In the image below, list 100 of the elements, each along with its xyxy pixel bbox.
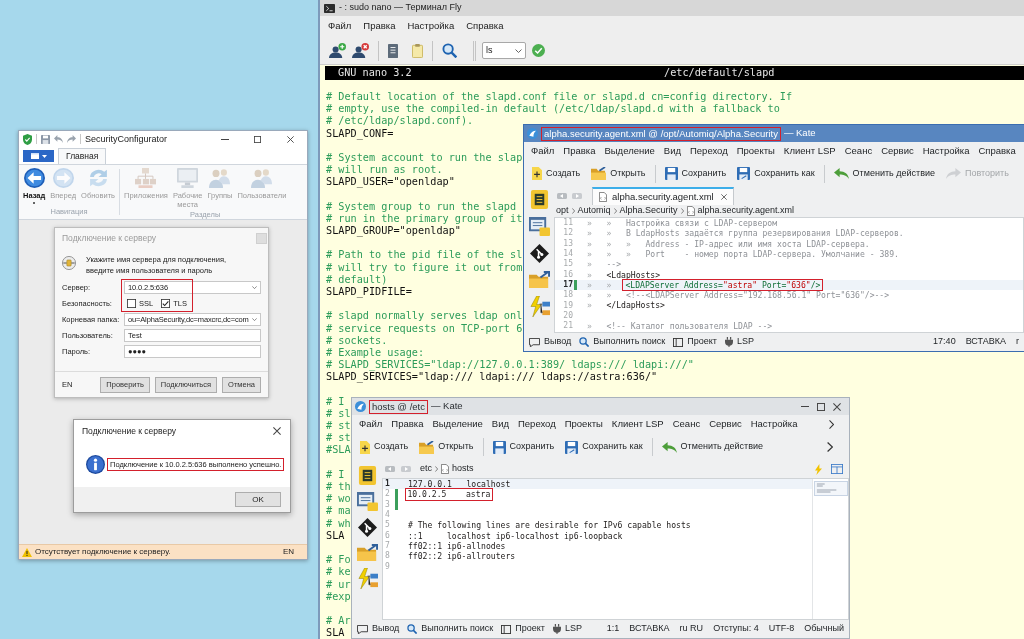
line-number: 17: [562, 280, 573, 289]
menu-item[interactable]: Настройка: [750, 417, 798, 432]
menu-item[interactable]: Файл: [328, 19, 352, 34]
close-icon[interactable]: [720, 194, 727, 200]
toolbar-button[interactable]: Создать: [530, 163, 583, 184]
floppy-icon: [492, 440, 506, 454]
ribbon-tab[interactable]: Главная: [58, 148, 107, 164]
undo-icon[interactable]: [54, 135, 63, 143]
app-menu-button[interactable]: [23, 150, 54, 162]
toolbar-button[interactable]: Отменить действие: [831, 163, 937, 184]
status-button[interactable]: Вывод: [529, 335, 572, 349]
lightning-tree-icon[interactable]: [528, 296, 550, 317]
menu-item[interactable]: Правка: [363, 19, 396, 34]
status-button[interactable]: Проект: [673, 335, 717, 349]
window-icon[interactable]: [356, 492, 378, 511]
close-button[interactable]: [830, 400, 844, 413]
menu-item[interactable]: Правка: [391, 417, 424, 432]
command-combo[interactable]: ls: [482, 42, 526, 59]
menu-item[interactable]: Файл: [359, 417, 383, 432]
close-button[interactable]: [272, 426, 282, 436]
terminal-line: SLAPD_SERVICES="ldap:/// ldapi:/// ldaps://astra:636/": [325, 371, 658, 384]
menu-item[interactable]: Переход: [690, 144, 728, 159]
toolbar-button[interactable]: Открыть: [417, 437, 476, 457]
menu-item[interactable]: Сеанс: [672, 417, 701, 432]
breadcrumb-item[interactable]: hosts: [452, 462, 474, 476]
line-number: 11: [562, 219, 573, 228]
search-icon[interactable]: [442, 43, 457, 58]
document-icon[interactable]: [388, 43, 398, 58]
breadcrumb-item[interactable]: Automiq: [577, 204, 611, 218]
breadcrumb-item[interactable]: etc: [420, 462, 432, 476]
terminal-line: # wo: [325, 493, 351, 506]
lightning-tree-icon[interactable]: [356, 568, 378, 589]
chevron-down-icon: [252, 318, 257, 321]
toolbar-button[interactable]: Открыть: [589, 163, 648, 184]
document-icon[interactable]: [357, 466, 377, 485]
menu-item[interactable]: Проекты: [564, 417, 603, 432]
menu-item[interactable]: Выделение: [604, 144, 655, 159]
folder-arrow-icon[interactable]: [356, 544, 378, 561]
breadcrumb-item[interactable]: alpha.security.agent.xml: [697, 204, 794, 218]
chevron-down-icon: [515, 48, 522, 53]
menu-item[interactable]: Справка: [978, 144, 1016, 159]
toolbar-button[interactable]: Сохранить: [662, 163, 729, 184]
status-button[interactable]: LSP: [724, 335, 754, 349]
menu-item[interactable]: Сервис: [709, 417, 742, 432]
maximize-button[interactable]: [814, 400, 828, 413]
menu-item[interactable]: Правка: [563, 144, 596, 159]
status-button[interactable]: Выполнить поиск: [579, 335, 666, 349]
status-button[interactable]: Вывод: [357, 622, 400, 636]
terminal-line: # st: [325, 432, 351, 445]
minimize-icon: [220, 138, 229, 140]
menu-item[interactable]: Файл: [531, 144, 555, 159]
menu-item[interactable]: Справка: [466, 19, 504, 34]
panel-icon[interactable]: [831, 464, 843, 474]
menu-item[interactable]: Клиент LSP: [611, 417, 664, 432]
diamond-icon[interactable]: [357, 518, 377, 537]
menu-item[interactable]: Вид: [491, 417, 509, 432]
window-icon[interactable]: [528, 217, 550, 236]
folder-icon: [419, 440, 435, 454]
menu-item[interactable]: Переход: [518, 417, 556, 432]
checkbox[interactable]: [127, 299, 136, 308]
menu-item[interactable]: Вид: [663, 144, 681, 159]
terminal-line: #SLA: [325, 444, 351, 457]
clipboard-icon[interactable]: [412, 43, 423, 58]
toolbar-button[interactable]: Создать: [358, 437, 411, 457]
menu-item[interactable]: Сеанс: [844, 144, 873, 159]
ok-button[interactable]: OK: [235, 492, 281, 507]
status-button[interactable]: LSP: [552, 622, 582, 636]
chevron-right-icon[interactable]: [827, 442, 833, 452]
toolbar-button[interactable]: Сохранить: [490, 437, 557, 457]
menu-item[interactable]: Проекты: [736, 144, 775, 159]
breadcrumb-item[interactable]: opt: [556, 204, 569, 218]
menu-item[interactable]: Настройка: [407, 19, 455, 34]
line-number: 8: [384, 552, 391, 561]
toolbar-button[interactable]: Сохранить как: [735, 163, 817, 184]
menu-item[interactable]: Клиент LSP: [783, 144, 836, 159]
terminal-line: SLA: [325, 529, 345, 542]
code-line: ff02::2 ip6-allrouters: [408, 552, 516, 561]
checkbox[interactable]: [161, 299, 171, 308]
status-button[interactable]: Выполнить поиск: [407, 622, 494, 636]
terminal-line: # Path to the pid file of the sl: [325, 249, 523, 262]
folder-arrow-icon[interactable]: [528, 271, 550, 288]
editor-tab[interactable]: alpha.security.agent.xml: [592, 187, 734, 205]
menu-item[interactable]: Настройка: [922, 144, 970, 159]
remove-user-icon[interactable]: [352, 43, 369, 58]
floppy-icon[interactable]: [41, 134, 50, 144]
tab-marker: » »: [587, 219, 613, 228]
redo-icon[interactable]: [67, 135, 76, 143]
diamond-icon[interactable]: [529, 244, 549, 263]
document-icon[interactable]: [529, 190, 549, 209]
breadcrumb-item[interactable]: Alpha.Security: [619, 204, 678, 218]
menu-item[interactable]: Сервис: [881, 144, 914, 159]
menu-item[interactable]: Выделение: [432, 417, 483, 432]
chevron-right-icon[interactable]: [829, 420, 834, 429]
language-indicator: EN: [282, 546, 294, 558]
dialog-title: Подключение к серверу: [82, 424, 177, 438]
toolbar-button[interactable]: Сохранить как: [563, 437, 645, 457]
toolbar-button[interactable]: Отменить действие: [659, 437, 765, 457]
status-button[interactable]: Проект: [501, 622, 545, 636]
add-user-icon[interactable]: [329, 43, 346, 58]
check-circle-icon[interactable]: [532, 44, 545, 57]
